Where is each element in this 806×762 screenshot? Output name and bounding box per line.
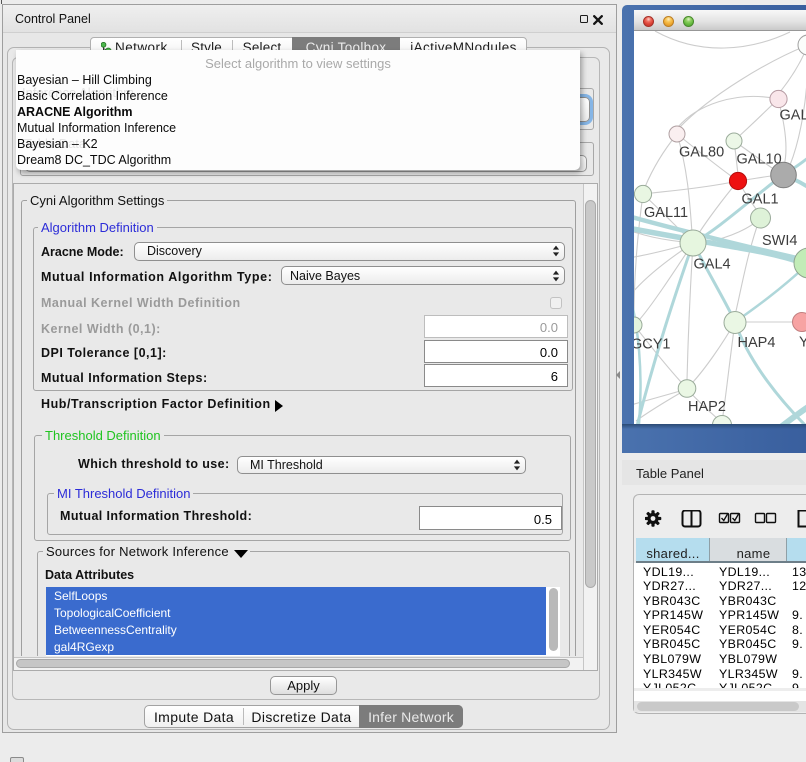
svg-text:GAL4: GAL4 xyxy=(694,257,731,273)
svg-text:HAP2: HAP2 xyxy=(688,399,726,415)
svg-text:GAL80: GAL80 xyxy=(679,145,724,161)
svg-text:GAL10: GAL10 xyxy=(737,152,782,168)
svg-text:GAL11: GAL11 xyxy=(644,205,688,221)
svg-text:GAL: GAL xyxy=(780,108,806,124)
svg-text:Y: Y xyxy=(799,335,806,351)
svg-text:HAP4: HAP4 xyxy=(738,335,776,351)
svg-text:SWI4: SWI4 xyxy=(762,233,797,249)
svg-text:GCY1: GCY1 xyxy=(634,337,671,353)
svg-text:GAL1: GAL1 xyxy=(742,192,779,208)
